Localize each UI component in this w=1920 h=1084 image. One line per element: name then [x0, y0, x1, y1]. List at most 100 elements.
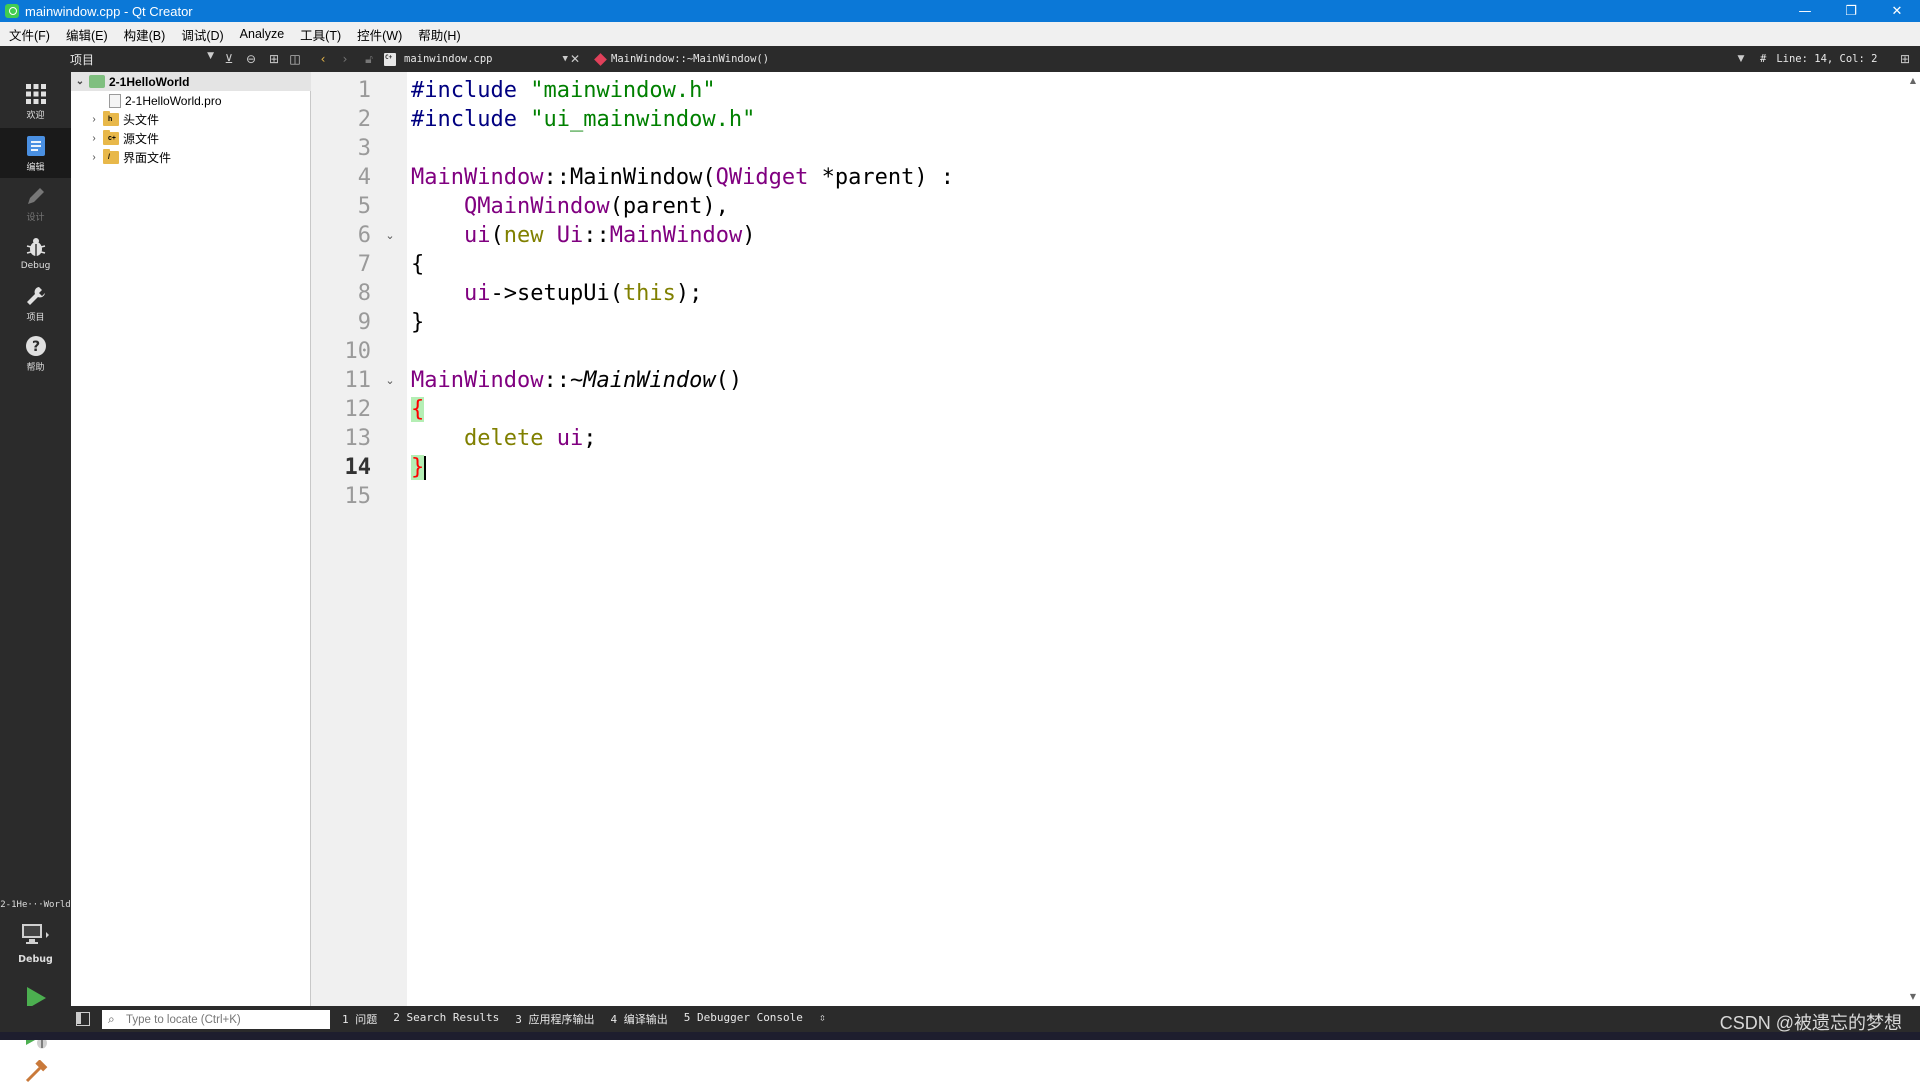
menu-debug[interactable]: 调试(D) — [172, 25, 230, 44]
pane-issues[interactable]: 1 问题 — [342, 1011, 377, 1027]
mode-help-label: 帮助 — [26, 362, 45, 373]
line-number: 10 — [344, 339, 372, 364]
code-editor[interactable]: 1 2 3 4 5 6 7 8 9 10 11 12 13 14 15 ⌄ ⌄ … — [311, 72, 1920, 1006]
pencil-icon — [27, 187, 44, 204]
filter-icon[interactable]: ⊻ — [220, 50, 238, 68]
more-panes-icon[interactable]: ⇳ — [819, 1011, 826, 1027]
mode-design[interactable]: 设计 — [0, 178, 71, 228]
sidebar-view-combo[interactable]: 项目 ▼ — [70, 49, 216, 69]
fold-marker-icon[interactable]: ⌄ — [383, 221, 397, 250]
menu-build[interactable]: 构建(B) — [115, 25, 173, 44]
matched-brace: } — [411, 455, 425, 480]
code-line-4: MainWindow::MainWindow(QWidget *parent) … — [411, 165, 955, 190]
split-editor-icon[interactable]: ⊞ — [1896, 50, 1914, 68]
matched-brace: { — [411, 397, 425, 422]
code-line-2: #include "ui_mainwindow.h" — [411, 107, 756, 132]
pro-file-icon — [109, 93, 121, 108]
tree-item-forms[interactable]: › / 界面文件 — [71, 148, 311, 167]
vertical-scrollbar[interactable]: ▲ ▼ — [1906, 72, 1920, 1006]
locator-placeholder: Type to locate (Ctrl+K) — [126, 1013, 241, 1026]
code-line-14: } — [411, 453, 427, 482]
pane-search-results[interactable]: 2 Search Results — [393, 1011, 499, 1027]
bottom-strip — [0, 1032, 1920, 1040]
forms-label: 界面文件 — [123, 151, 172, 165]
tree-item-project[interactable]: ⌄ 2-1HelloWorld — [71, 72, 311, 91]
close-sidebar-icon[interactable]: ◫ — [286, 50, 304, 68]
window-title: mainwindow.cpp - Qt Creator — [25, 3, 193, 19]
svg-text:?: ? — [31, 339, 39, 355]
tree-item-headers[interactable]: › h 头文件 — [71, 110, 311, 129]
scroll-up-icon[interactable]: ▲ — [1906, 74, 1920, 88]
search-icon: ⌕ — [108, 1012, 115, 1026]
locator-input[interactable]: ⌕ Type to locate (Ctrl+K) — [102, 1010, 330, 1029]
chevron-right-icon[interactable]: › — [89, 133, 99, 144]
line-column-text: Line: 14, Col: 2 — [1776, 53, 1878, 65]
tree-item-pro-file[interactable]: 2-1HelloWorld.pro — [71, 91, 311, 110]
menu-bar: 文件(F) 编辑(E) 构建(B) 调试(D) Analyze 工具(T) 控件… — [0, 22, 1920, 46]
link-icon[interactable]: ⊖ — [242, 50, 260, 68]
back-arrow-icon[interactable]: ‹ — [314, 50, 332, 68]
menu-analyze[interactable]: Analyze — [231, 27, 291, 41]
help-icon: ? — [25, 335, 46, 356]
symbol-combo[interactable]: MainWindow::~MainWindow() — [594, 49, 769, 69]
sidebar-view-label: 项目 — [70, 52, 95, 67]
headers-folder-icon: h — [103, 111, 119, 126]
mode-welcome-label: 欢迎 — [26, 110, 45, 121]
code-line-12: { — [411, 395, 425, 424]
kit-name: 2-1He···World — [0, 900, 71, 910]
chevron-down-icon[interactable]: ⌄ — [75, 76, 85, 87]
scroll-down-icon[interactable]: ▼ — [1906, 990, 1920, 1004]
mode-projects[interactable]: 项目 — [0, 278, 71, 328]
tree-item-sources[interactable]: › c+ 源文件 — [71, 129, 311, 148]
build-hammer-icon[interactable] — [22, 1060, 50, 1084]
monitor-icon[interactable] — [20, 922, 50, 946]
line-number: 2 — [357, 107, 371, 132]
chevron-right-icon[interactable]: › — [89, 152, 99, 163]
mode-selector: 欢迎 编辑 设计 Debug 项目 ? 帮助 2-1He···World Deb… — [0, 72, 71, 1083]
mode-welcome[interactable]: 欢迎 — [0, 76, 71, 126]
minimize-button[interactable]: — — [1782, 0, 1828, 22]
split-icon[interactable]: ⊞ — [265, 50, 283, 68]
menu-help[interactable]: 帮助(H) — [409, 25, 467, 44]
mode-help[interactable]: ? 帮助 — [0, 328, 71, 378]
pane-debugger-console[interactable]: 5 Debugger Console — [684, 1011, 803, 1027]
document-icon — [26, 135, 45, 156]
grid-icon — [25, 83, 46, 104]
line-number: 1 — [357, 78, 371, 103]
forward-arrow-icon[interactable]: › — [336, 50, 354, 68]
window-controls: — ❐ ✕ — [1782, 0, 1920, 22]
pane-compile-output[interactable]: 4 编译输出 — [610, 1011, 667, 1027]
toggle-sidebar-icon[interactable] — [76, 1012, 90, 1026]
close-button[interactable]: ✕ — [1874, 0, 1920, 22]
build-config-label: Debug — [18, 954, 53, 965]
chevron-right-icon[interactable]: › — [89, 114, 99, 125]
lock-icon: 🔓︎ — [365, 52, 373, 66]
chevron-down-icon[interactable]: ▼ — [1732, 50, 1750, 68]
code-line-1: #include "mainwindow.h" — [411, 78, 716, 103]
close-document-icon[interactable]: ✕ — [566, 50, 584, 68]
sources-folder-icon: c+ — [103, 130, 119, 145]
code-line-11: MainWindow::~MainWindow() — [411, 368, 743, 393]
pane-application-output[interactable]: 3 应用程序输出 — [515, 1011, 594, 1027]
open-document-name: mainwindow.cpp — [404, 53, 493, 65]
current-line-number: 14 — [344, 455, 372, 480]
menu-edit[interactable]: 编辑(E) — [57, 25, 115, 44]
mode-debug-label: Debug — [20, 261, 51, 271]
line-number: 6 — [357, 223, 371, 248]
restore-button[interactable]: ❐ — [1828, 0, 1874, 22]
project-tree: ⌄ 2-1HelloWorld 2-1HelloWorld.pro › h 头文… — [71, 72, 311, 1006]
line-column-indicator[interactable]: # Line: 14, Col: 2 — [1760, 49, 1877, 69]
code-line-7: { — [411, 252, 425, 277]
mode-edit[interactable]: 编辑 — [0, 128, 71, 178]
output-pane-buttons: 1 问题 2 Search Results 3 应用程序输出 4 编译输出 5 … — [342, 1011, 842, 1027]
menu-file[interactable]: 文件(F) — [0, 25, 57, 44]
line-number-gutter[interactable]: 1 2 3 4 5 6 7 8 9 10 11 12 13 14 15 ⌄ ⌄ — [311, 72, 407, 1006]
open-document-combo[interactable]: mainwindow.cpp ▼ — [384, 49, 568, 69]
line-number: 7 — [357, 252, 371, 277]
menu-tools[interactable]: 工具(T) — [291, 25, 348, 44]
mode-debug[interactable]: Debug — [0, 228, 71, 278]
fold-marker-icon[interactable]: ⌄ — [383, 366, 397, 395]
menu-widgets[interactable]: 控件(W) — [348, 25, 409, 44]
line-number: 5 — [357, 194, 371, 219]
qt-creator-app-icon — [5, 4, 19, 18]
